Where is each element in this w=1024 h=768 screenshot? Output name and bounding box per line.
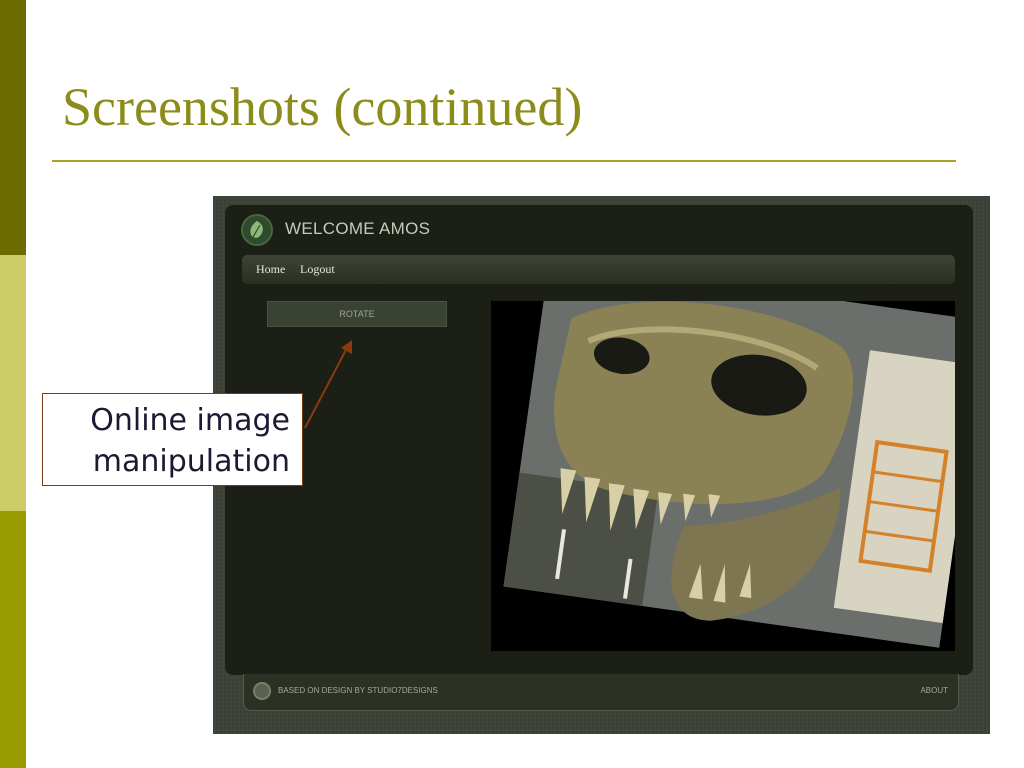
- app-footer: BASED ON DESIGN BY STUDIO7DESIGNS ABOUT: [243, 674, 959, 711]
- callout-line-2: manipulation: [92, 444, 290, 479]
- callout-line-1: Online image: [90, 403, 290, 438]
- accent-bar-bottom: [0, 511, 26, 768]
- title-divider: [52, 160, 956, 162]
- welcome-heading: WELCOME AMOS: [285, 219, 431, 238]
- footer-about-link[interactable]: ABOUT: [920, 686, 948, 695]
- leaf-logo-icon: [241, 214, 273, 246]
- accent-bar-middle: [0, 255, 26, 511]
- accent-bar-top: [0, 0, 26, 255]
- footer-logo-icon: [253, 682, 271, 700]
- rotate-button[interactable]: ROTATE: [267, 301, 447, 327]
- app-panel: WELCOME AMOS Home Logout ROTATE: [225, 205, 973, 675]
- nav-home-link[interactable]: Home: [256, 262, 285, 277]
- nav-logout-link[interactable]: Logout: [300, 262, 335, 277]
- footer-credit: BASED ON DESIGN BY STUDIO7DESIGNS: [278, 686, 438, 695]
- callout-box: Online image manipulation: [42, 393, 303, 486]
- app-screenshot: WELCOME AMOS Home Logout ROTATE BASED ON…: [213, 196, 990, 734]
- callout-arrow-icon: [304, 340, 352, 429]
- slide-title: Screenshots (continued): [62, 77, 583, 137]
- nav-bar: Home Logout: [242, 255, 955, 284]
- dinosaur-skull-image: [491, 301, 955, 651]
